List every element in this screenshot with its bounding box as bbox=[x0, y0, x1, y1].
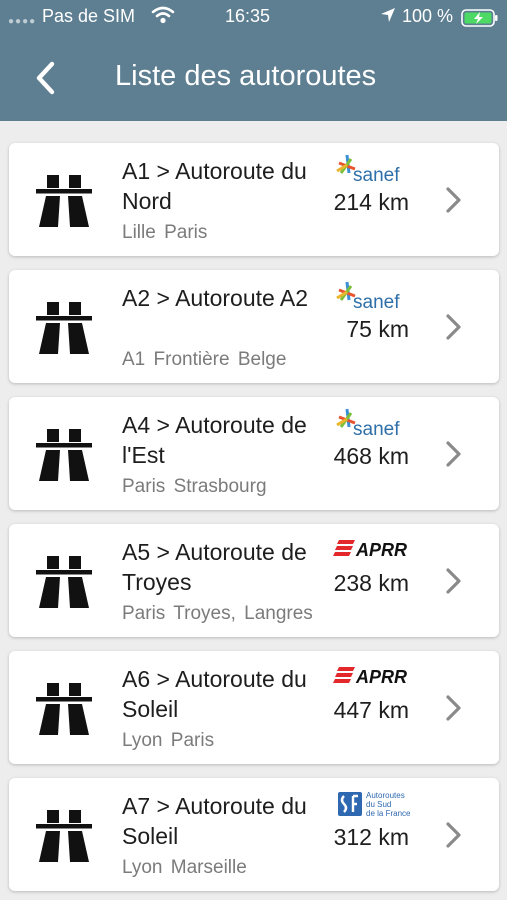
nav-bar: Liste des autoroutes bbox=[0, 44, 507, 110]
highway-length: 468 km bbox=[333, 443, 409, 469]
carrier-label: Pas de SIM bbox=[42, 6, 136, 26]
highway-card-a6[interactable]: A6 > Autoroute du Soleil Lyon Paris APRR… bbox=[9, 651, 499, 764]
sanef-logo: sanef bbox=[336, 154, 400, 186]
highway-name: A1 > Autoroute du Nord bbox=[122, 158, 307, 214]
highway-length: 312 km bbox=[333, 824, 409, 850]
svg-text:sanef: sanef bbox=[353, 165, 400, 186]
sanef-logo: sanef bbox=[336, 281, 400, 313]
highway-card-a2[interactable]: A2 > Autoroute A2 A1 Frontière Belge san… bbox=[9, 270, 499, 383]
chevron-right-icon bbox=[446, 568, 461, 594]
highway-length: 75 km bbox=[346, 316, 409, 342]
battery-charging-icon bbox=[461, 9, 498, 27]
motorway-icon bbox=[36, 175, 92, 227]
svg-text:APRR: APRR bbox=[355, 540, 407, 560]
status-bar: ●●●● Pas de SIM 16:35 100 % bbox=[0, 0, 507, 34]
chevron-right-icon bbox=[446, 822, 461, 848]
sanef-logo: sanef bbox=[336, 408, 400, 440]
svg-text:sanef: sanef bbox=[353, 292, 400, 313]
highway-name: A7 > Autoroute du Soleil bbox=[122, 793, 307, 849]
highway-name: A2 > Autoroute A2 bbox=[122, 285, 309, 311]
highway-route: Paris Troyes, Langres bbox=[122, 603, 313, 624]
chevron-right-icon bbox=[446, 695, 461, 721]
asf-logo: Autoroutes du Sud de la France bbox=[338, 791, 411, 818]
back-chevron-icon[interactable] bbox=[28, 58, 64, 98]
chevron-right-icon bbox=[446, 187, 461, 213]
svg-text:du Sud: du Sud bbox=[366, 800, 391, 809]
wifi-icon bbox=[151, 6, 175, 24]
motorway-icon bbox=[36, 556, 92, 608]
chevron-right-icon bbox=[446, 441, 461, 467]
highway-route: Lille Paris bbox=[122, 222, 208, 243]
highway-route: Lyon Paris bbox=[122, 730, 215, 751]
highway-length: 447 km bbox=[333, 697, 409, 723]
highway-route: Lyon Marseille bbox=[122, 857, 247, 878]
highway-name: A4 > Autoroute de l'Est bbox=[122, 412, 307, 468]
aprr-logo: APRR bbox=[333, 540, 407, 560]
header-bar: ●●●● Pas de SIM 16:35 100 % Liste des au… bbox=[0, 0, 507, 121]
highway-route: Paris Strasbourg bbox=[122, 476, 267, 497]
svg-text:Autoroutes: Autoroutes bbox=[366, 791, 405, 800]
motorway-icon bbox=[36, 302, 92, 354]
highway-length: 238 km bbox=[333, 570, 409, 596]
page-title: Liste des autoroutes bbox=[115, 60, 377, 92]
highway-length: 214 km bbox=[333, 189, 409, 215]
highway-card-a4[interactable]: A4 > Autoroute de l'Est Paris Strasbourg… bbox=[9, 397, 499, 510]
clock: 16:35 bbox=[225, 6, 271, 26]
motorway-icon bbox=[36, 429, 92, 481]
motorway-icon bbox=[36, 810, 92, 862]
motorway-icon bbox=[36, 683, 92, 735]
svg-text:sanef: sanef bbox=[353, 419, 400, 440]
highway-route: A1 Frontière Belge bbox=[122, 349, 287, 370]
svg-text:APRR: APRR bbox=[355, 667, 407, 687]
chevron-right-icon bbox=[446, 314, 461, 340]
aprr-logo: APRR bbox=[333, 667, 407, 687]
battery-percent: 100 % bbox=[402, 6, 454, 26]
signal-dots-icon: ●●●● bbox=[8, 16, 37, 27]
highway-card-a5[interactable]: A5 > Autoroute de Troyes Paris Troyes, L… bbox=[9, 524, 499, 637]
svg-text:de la France: de la France bbox=[366, 809, 411, 818]
highway-name: A6 > Autoroute du Soleil bbox=[122, 666, 307, 722]
highway-card-a7[interactable]: A7 > Autoroute du Soleil Lyon Marseille … bbox=[9, 778, 499, 891]
highway-card-a1[interactable]: A1 > Autoroute du Nord Lille Paris sanef… bbox=[9, 143, 499, 256]
highway-name: A5 > Autoroute de Troyes bbox=[122, 539, 307, 595]
location-arrow-icon bbox=[381, 8, 395, 22]
